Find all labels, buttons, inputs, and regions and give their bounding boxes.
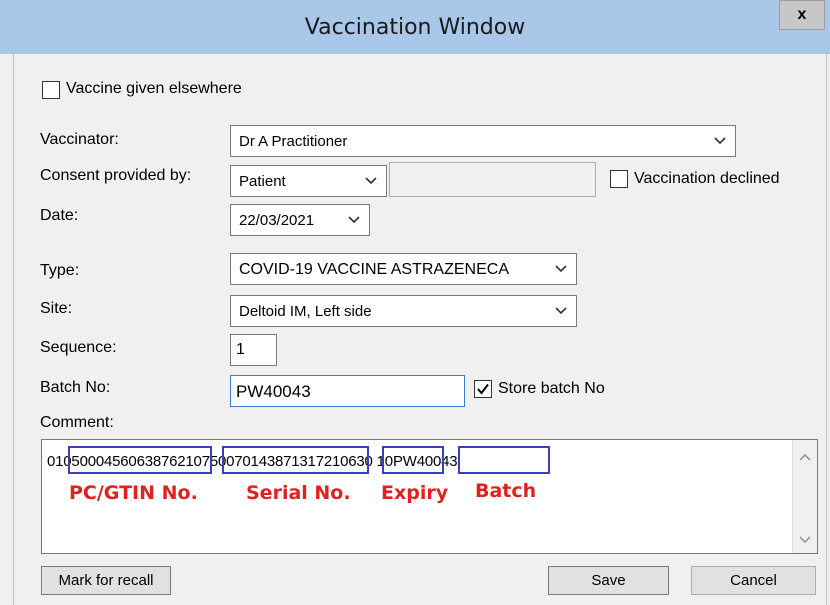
date-value: 22/03/2021: [239, 212, 315, 229]
site-value: Deltoid IM, Left side: [239, 303, 372, 320]
declined-label: Vaccination declined: [634, 170, 780, 187]
batch-annotation: Batch: [475, 480, 537, 502]
window-title: Vaccination Window: [304, 15, 526, 40]
sequence-label: Sequence:: [40, 339, 117, 356]
save-button[interactable]: Save: [548, 566, 669, 595]
consent-select[interactable]: Patient: [230, 165, 387, 197]
consent-value: Patient: [239, 173, 286, 190]
type-value: COVID-19 VACCINE ASTRAZENECA: [239, 261, 509, 278]
comment-textarea[interactable]: 0105000456063876210750070143871317210630…: [41, 439, 818, 554]
batch-value: PW40043: [236, 382, 311, 401]
vaccinator-value: Dr A Practitioner: [239, 133, 348, 150]
date-picker[interactable]: 22/03/2021: [230, 204, 370, 236]
declined-checkbox[interactable]: [610, 170, 628, 188]
chevron-down-icon: [555, 265, 567, 273]
scroll-down-icon[interactable]: [793, 529, 817, 551]
title-bar: Vaccination Window x: [0, 0, 830, 54]
batch-highlight-box: [458, 446, 550, 474]
checkmark-icon: [477, 383, 489, 395]
comment-scrollbar[interactable]: [792, 440, 817, 553]
gtin-highlight-box: [68, 446, 212, 474]
chevron-down-icon: [714, 137, 726, 145]
batch-field[interactable]: PW40043: [230, 375, 465, 407]
site-label: Site:: [40, 300, 73, 317]
store-batch-label: Store batch No: [498, 380, 605, 397]
serial-annotation: Serial No.: [246, 482, 351, 504]
date-label: Date:: [40, 207, 79, 224]
close-button[interactable]: x: [779, 0, 825, 30]
vaccinator-label: Vaccinator:: [40, 131, 119, 148]
chevron-down-icon: [555, 307, 567, 315]
site-select[interactable]: Deltoid IM, Left side: [230, 295, 577, 327]
elsewhere-checkbox[interactable]: [42, 81, 60, 99]
cancel-button[interactable]: Cancel: [691, 566, 816, 595]
close-icon: x: [797, 6, 807, 23]
store-batch-checkbox[interactable]: [474, 380, 492, 398]
sequence-value: 1: [236, 341, 245, 358]
consent-other-field[interactable]: [389, 162, 596, 197]
type-label: Type:: [40, 262, 80, 279]
vaccinator-select[interactable]: Dr A Practitioner: [230, 125, 736, 157]
batch-label: Batch No:: [40, 379, 111, 396]
chevron-down-icon: [348, 216, 360, 224]
serial-highlight-box: [222, 446, 369, 474]
mark-for-recall-button[interactable]: Mark for recall: [41, 566, 171, 595]
dialog-body: Vaccine given elsewhere Vaccinator: Dr A…: [13, 54, 827, 605]
expiry-annotation: Expiry: [381, 482, 449, 504]
scroll-up-icon[interactable]: [793, 446, 817, 468]
elsewhere-label: Vaccine given elsewhere: [66, 80, 242, 97]
expiry-highlight-box: [382, 446, 444, 474]
gtin-annotation: PC/GTIN No.: [69, 482, 198, 504]
type-select[interactable]: COVID-19 VACCINE ASTRAZENECA: [230, 253, 577, 285]
consent-label: Consent provided by:: [40, 167, 192, 184]
sequence-field[interactable]: 1: [230, 334, 277, 366]
chevron-down-icon: [365, 177, 377, 185]
comment-label: Comment:: [40, 414, 114, 431]
